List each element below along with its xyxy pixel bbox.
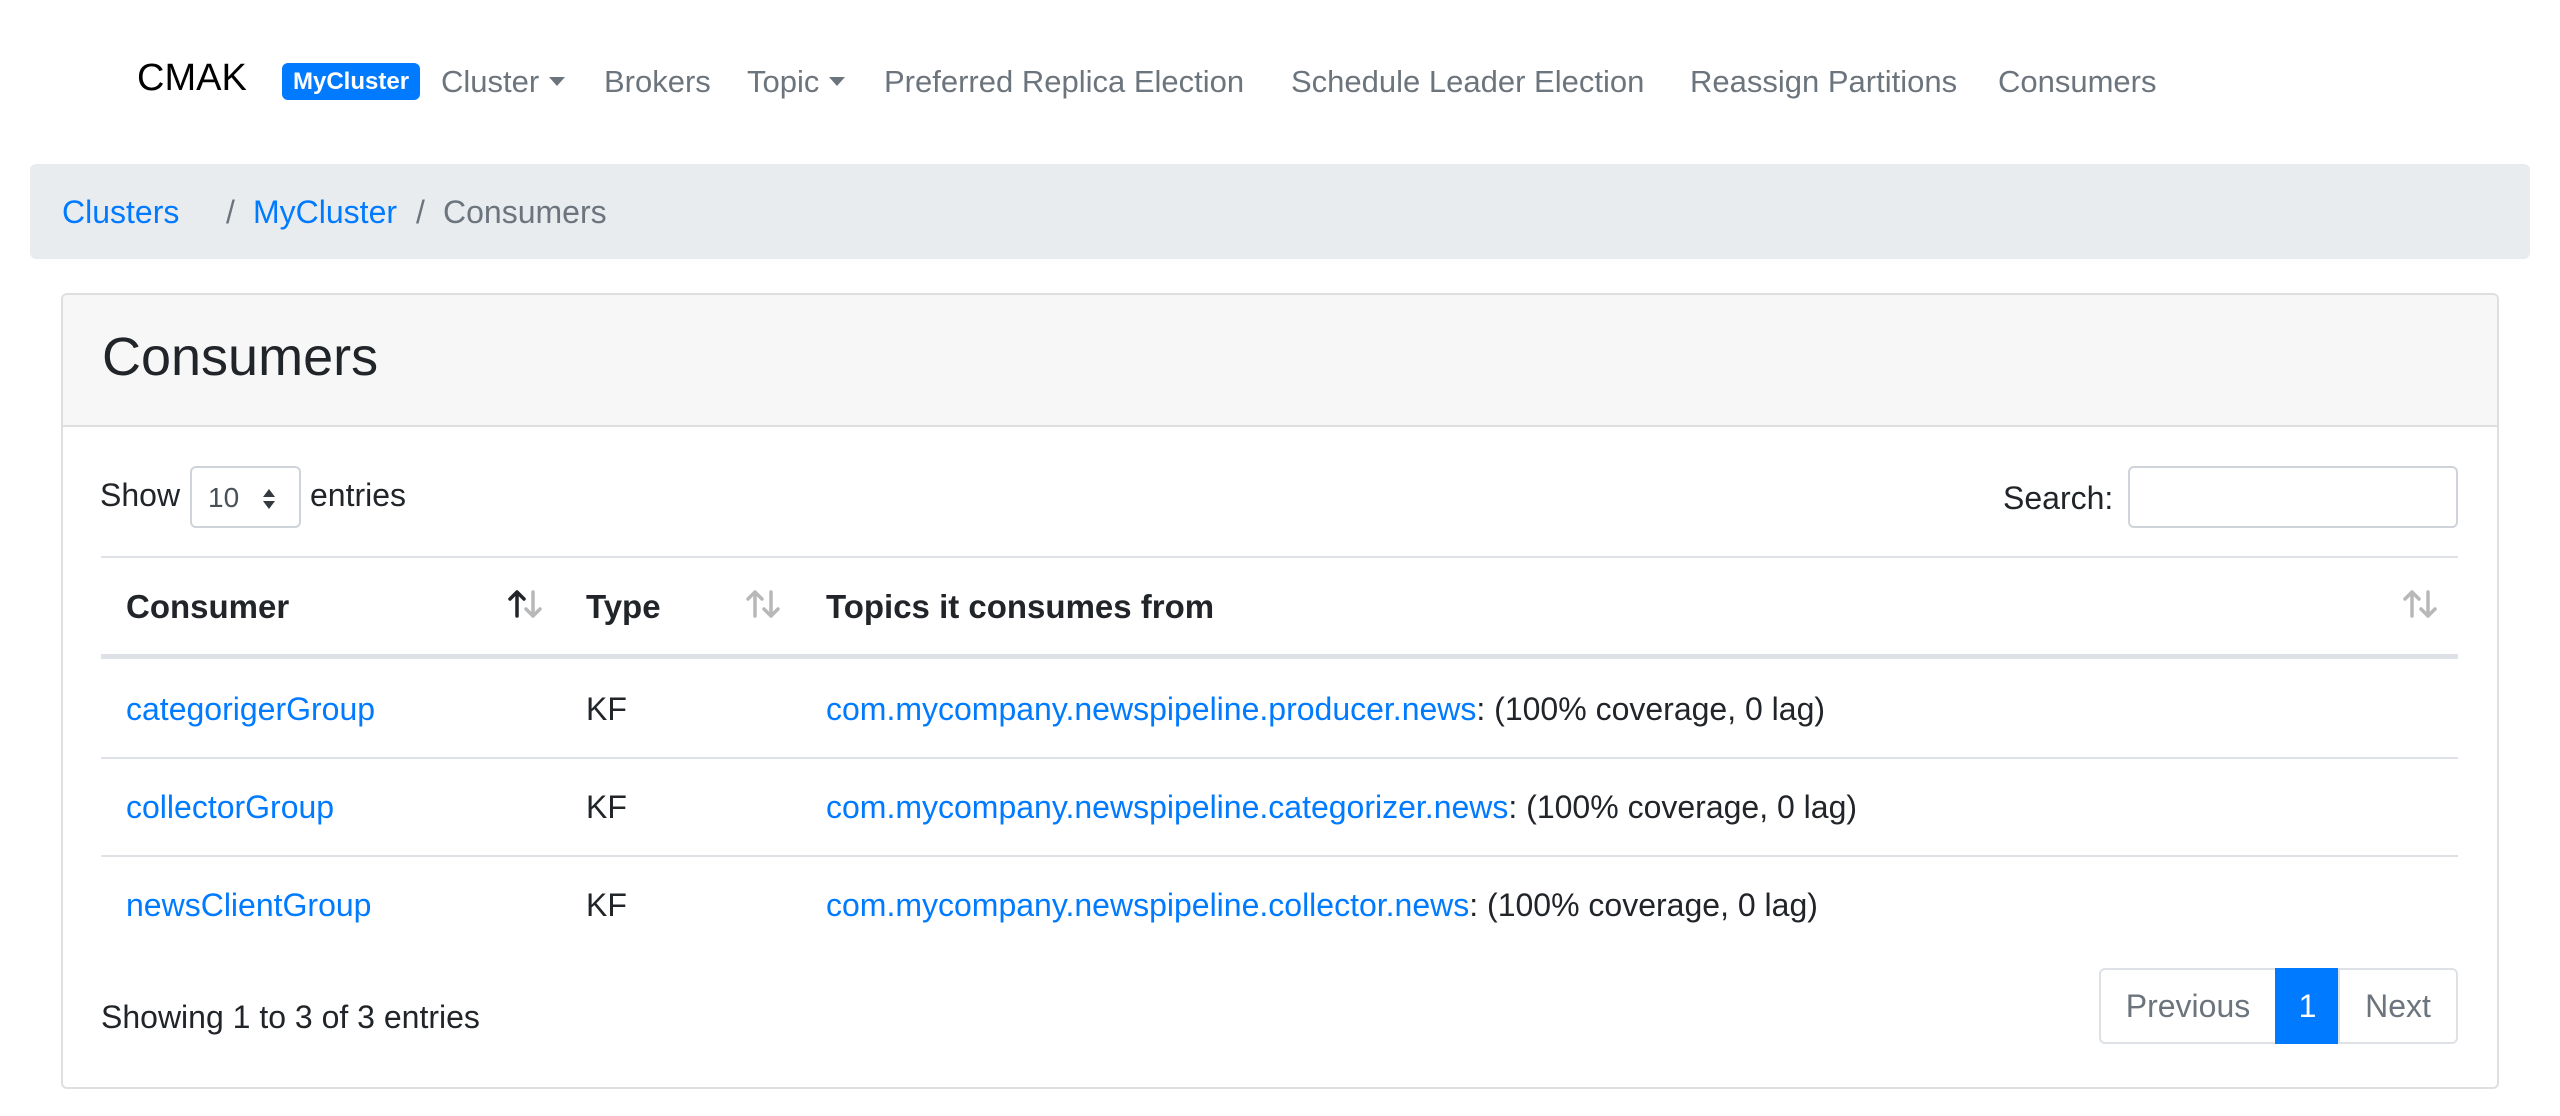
- column-header-type[interactable]: Type: [586, 587, 661, 627]
- brand-logo[interactable]: CMAK: [137, 56, 247, 100]
- pagination-page-1[interactable]: 1: [2275, 968, 2340, 1044]
- nav-reassign-partitions[interactable]: Reassign Partitions: [1690, 62, 1957, 102]
- consumer-link[interactable]: collectorGroup: [126, 787, 334, 827]
- consumer-link[interactable]: newsClientGroup: [126, 885, 371, 925]
- table-header-divider: [101, 654, 2458, 659]
- topic-cell: com.mycompany.newspipeline.collector.new…: [826, 885, 1818, 925]
- page-title: Consumers: [102, 327, 379, 387]
- topic-link[interactable]: com.mycompany.newspipeline.categorizer.n…: [826, 789, 1508, 825]
- caret-down-icon: [829, 77, 846, 86]
- up-down-arrows-icon: [263, 489, 275, 509]
- consumer-type: KF: [586, 691, 627, 727]
- breadcrumb-mycluster[interactable]: MyCluster: [253, 192, 397, 232]
- pagination-next[interactable]: Next: [2338, 968, 2458, 1044]
- nav-cluster-label: Cluster: [441, 64, 540, 99]
- nav-preferred-replica-election[interactable]: Preferred Replica Election: [884, 62, 1244, 102]
- nav-topic-label: Topic: [747, 64, 820, 99]
- topic-detail: : (100% coverage, 0 lag): [1508, 789, 1858, 825]
- breadcrumb: Clusters / MyCluster / Consumers: [30, 164, 2530, 259]
- sort-both-icon[interactable]: [743, 586, 783, 622]
- caret-down-icon: [549, 77, 566, 86]
- nav-schedule-leader-election[interactable]: Schedule Leader Election: [1291, 62, 1644, 102]
- nav-consumers[interactable]: Consumers: [1998, 62, 2157, 102]
- nav-cluster-dropdown[interactable]: Cluster: [441, 62, 566, 102]
- sort-both-icon[interactable]: [2400, 586, 2440, 622]
- row-divider: [101, 757, 2458, 759]
- page-size-select[interactable]: 10: [190, 466, 301, 528]
- breadcrumb-separator: /: [226, 194, 235, 230]
- consumer-link[interactable]: categorigerGroup: [126, 689, 375, 729]
- pagination-previous[interactable]: Previous: [2099, 968, 2277, 1044]
- breadcrumb-separator: /: [416, 194, 425, 230]
- search-input[interactable]: [2128, 466, 2458, 528]
- table-top-border: [101, 556, 2458, 558]
- consumer-type: KF: [586, 789, 627, 825]
- topic-link[interactable]: com.mycompany.newspipeline.producer.news: [826, 691, 1476, 727]
- row-divider: [101, 855, 2458, 857]
- top-navbar: CMAK MyCluster Cluster Brokers Topic Pre…: [0, 0, 2560, 165]
- nav-topic-dropdown[interactable]: Topic: [747, 62, 846, 102]
- nav-brokers[interactable]: Brokers: [604, 62, 711, 102]
- entries-label: entries: [310, 477, 407, 513]
- search-label: Search:: [2003, 480, 2114, 516]
- consumer-type: KF: [586, 887, 627, 923]
- column-header-consumer[interactable]: Consumer: [126, 587, 289, 627]
- topic-detail: : (100% coverage, 0 lag): [1476, 691, 1826, 727]
- breadcrumb-current: Consumers: [443, 194, 607, 230]
- show-label: Show: [100, 477, 181, 513]
- topic-cell: com.mycompany.newspipeline.producer.news…: [826, 689, 1825, 729]
- topic-cell: com.mycompany.newspipeline.categorizer.n…: [826, 787, 1857, 827]
- card-header: Consumers: [63, 295, 2497, 427]
- column-header-topics[interactable]: Topics it consumes from: [826, 587, 1214, 627]
- cluster-badge: MyCluster: [282, 63, 421, 100]
- sort-ascending-icon[interactable]: [505, 586, 545, 622]
- topic-link[interactable]: com.mycompany.newspipeline.collector.new…: [826, 887, 1469, 923]
- table-info: Showing 1 to 3 of 3 entries: [101, 999, 480, 1035]
- breadcrumb-clusters[interactable]: Clusters: [62, 192, 179, 232]
- topic-detail: : (100% coverage, 0 lag): [1469, 887, 1818, 923]
- page-size-value: 10: [208, 482, 240, 513]
